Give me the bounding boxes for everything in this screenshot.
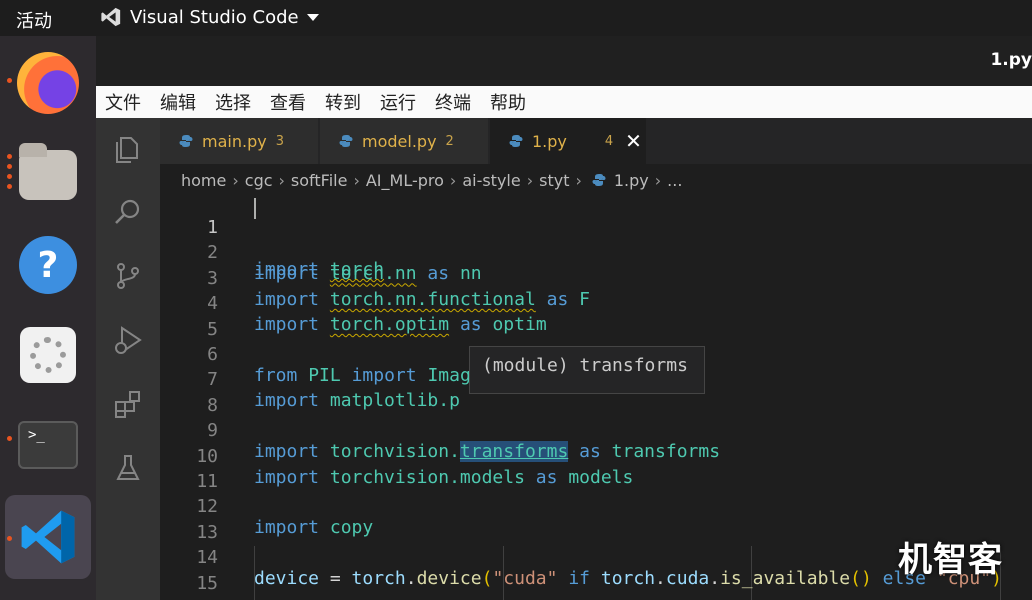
chevron-right-icon: › [278,170,285,190]
source-control-icon[interactable] [112,260,144,292]
terminal-icon: >_ [18,421,78,469]
python-file-icon [592,174,606,186]
tab-main-py[interactable]: main.py 3 [160,118,318,164]
chevron-right-icon: › [353,170,360,190]
explorer-icon[interactable] [112,132,144,164]
tab-label: main.py [202,131,267,151]
gnome-top-bar: 活动 Visual Studio Code [0,0,1032,36]
code-line: 13 [160,501,1032,543]
breadcrumb-item[interactable]: home [181,171,226,190]
app-menu[interactable]: Visual Studio Code [100,6,319,28]
search-icon[interactable] [112,196,144,228]
code-line: 4 import torch.optim as optim [160,272,1032,335]
menu-selection[interactable]: 选择 [215,89,251,115]
tab-model-py[interactable]: model.py 2 [320,118,488,164]
watermark: 机智客 [898,540,1003,580]
app-menu-label: Visual Studio Code [130,6,299,28]
running-indicator [7,184,12,189]
running-indicator [7,78,12,83]
dock-item-settings[interactable] [15,322,81,388]
menu-edit[interactable]: 编辑 [160,89,196,115]
breadcrumb-item[interactable]: ai-style [462,171,520,190]
menu-file[interactable]: 文件 [105,89,141,115]
breadcrumb: home › cgc › softFile › AI_ML-pro › ai-style… [160,164,1032,196]
running-indicator [7,154,12,159]
running-indicator [7,174,12,179]
breadcrumb-item[interactable]: cgc [245,171,273,190]
dock-item-help[interactable]: ? [15,232,81,298]
menu-help[interactable]: 帮助 [490,89,526,115]
files-icon [19,143,77,200]
window-title-bar: 1.py [96,36,1032,86]
extensions-icon[interactable] [112,388,144,420]
run-debug-icon[interactable] [112,324,144,356]
breadcrumb-item[interactable]: softFile [291,171,348,190]
breadcrumb-item[interactable]: styt [539,171,569,190]
help-icon: ? [19,236,77,294]
dock: ? >_ [0,36,96,600]
python-file-icon [339,135,353,147]
settings-icon [20,327,76,383]
hover-tooltip: (module) transforms [469,346,705,394]
code-line: 2 import torch.nn as nn [160,221,1032,284]
activities-button[interactable]: 活动 [16,7,52,33]
dock-item-terminal[interactable]: >_ [15,412,81,478]
menu-terminal[interactable]: 终端 [435,89,471,115]
code-line: 12 import copy [160,475,1032,538]
running-indicator [7,436,12,441]
testing-icon[interactable] [112,452,144,484]
chevron-right-icon: › [575,170,582,190]
code-line: 5 [160,298,1032,340]
activity-bar [96,118,160,600]
chevron-right-icon: › [526,170,534,190]
code-line: 1 import torch [160,196,1032,280]
chevron-right-icon: › [232,170,239,190]
code-line: 10 import torchvision.models as models [160,425,1032,488]
problems-count-badge: 4 [604,133,614,149]
tab-label: model.py [362,131,437,151]
vscode-icon [21,510,75,564]
code-line: 11 [160,450,1032,492]
breadcrumb-item[interactable]: 1.py [614,171,649,190]
dock-item-files[interactable] [15,142,81,208]
dock-item-firefox[interactable] [15,50,81,116]
code-line: 9 import torchvision.transforms as trans… [160,399,1032,463]
python-file-icon [179,135,193,147]
tab-label: 1.py [532,131,567,151]
code-line: 6 from PIL import Image [160,323,1032,386]
breadcrumb-item[interactable]: ... [667,171,682,190]
menu-go[interactable]: 转到 [325,89,361,115]
breadcrumb-item[interactable]: AI_ML-pro [366,171,444,190]
tab-1-py[interactable]: 1.py 4 ✕ [490,118,646,164]
python-file-icon [509,135,523,147]
code-line: 3 import torch.nn.functional as F [160,247,1032,310]
chevron-down-icon [306,13,319,21]
menu-bar: 文件 编辑 选择 查看 转到 运行 终端 帮助 [96,86,1032,118]
running-indicator [7,536,12,541]
running-indicator [7,164,12,169]
firefox-icon [17,52,79,114]
window-title: 1.py [990,50,1032,70]
problems-count-badge: 2 [445,133,454,149]
close-icon[interactable]: ✕ [625,129,642,153]
chevron-right-icon: › [449,170,457,190]
vscode-mini-icon [101,7,121,27]
dock-item-vscode-icon[interactable] [15,504,81,570]
problems-count-badge: 3 [275,133,284,149]
chevron-right-icon: › [654,170,662,190]
text-cursor [254,198,256,219]
menu-view[interactable]: 查看 [270,89,306,115]
editor-tab-bar: main.py 3 model.py 2 1.py 4 ✕ [160,118,1032,164]
menu-run[interactable]: 运行 [380,89,416,115]
